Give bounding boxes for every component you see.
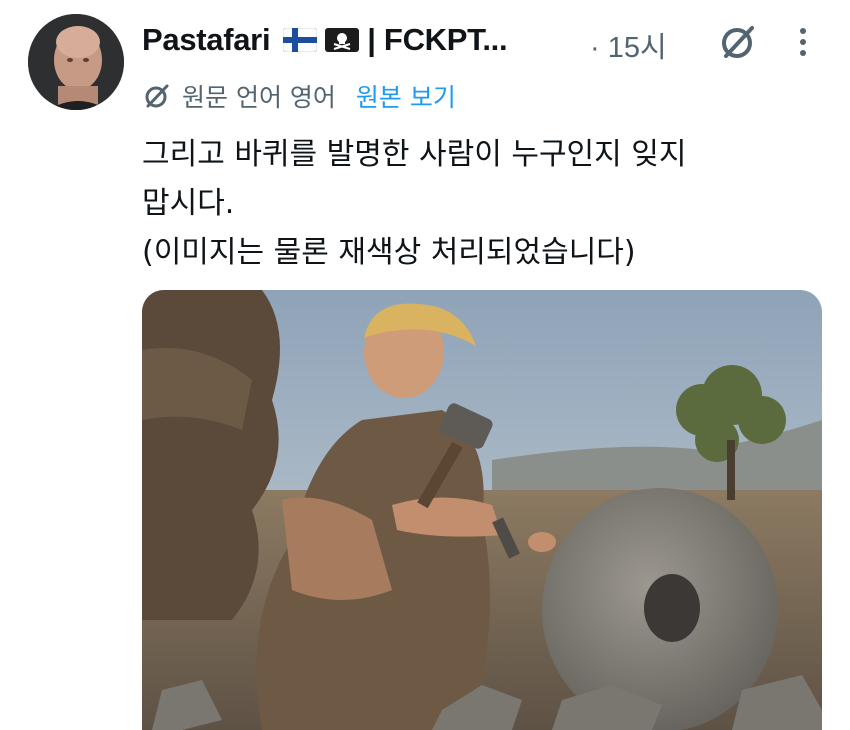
author-name: Pastafari bbox=[142, 22, 271, 57]
post-timestamp[interactable]: · 15시 bbox=[590, 24, 667, 66]
more-options-button[interactable] bbox=[790, 22, 816, 62]
author-name-suffix: | FCKPT... bbox=[367, 22, 508, 57]
more-vertical-icon bbox=[800, 28, 806, 56]
author-display-name[interactable]: Pastafari | FCKPT... bbox=[142, 22, 508, 60]
post-header: Pastafari | FCKPT... · 15시 bbox=[142, 18, 830, 64]
post-text: 그리고 바퀴를 발명한 사람이 누구인지 잊지 맙시다. (이미지는 물론 재색… bbox=[142, 137, 687, 270]
author-flags bbox=[282, 24, 359, 60]
translate-slash-icon bbox=[145, 84, 169, 108]
show-original-link[interactable]: 원본 보기 bbox=[356, 78, 456, 114]
translation-source-label: 원문 언어 영어 bbox=[182, 83, 336, 112]
avatar[interactable] bbox=[28, 14, 124, 110]
grok-slash-icon bbox=[722, 26, 754, 58]
pirate-flag-icon bbox=[324, 27, 359, 52]
grok-button[interactable] bbox=[716, 20, 760, 64]
translation-notice: 원문 언어 영어 원본 보기 bbox=[142, 78, 456, 114]
finland-flag-icon bbox=[282, 27, 318, 53]
post-image[interactable] bbox=[142, 290, 822, 730]
